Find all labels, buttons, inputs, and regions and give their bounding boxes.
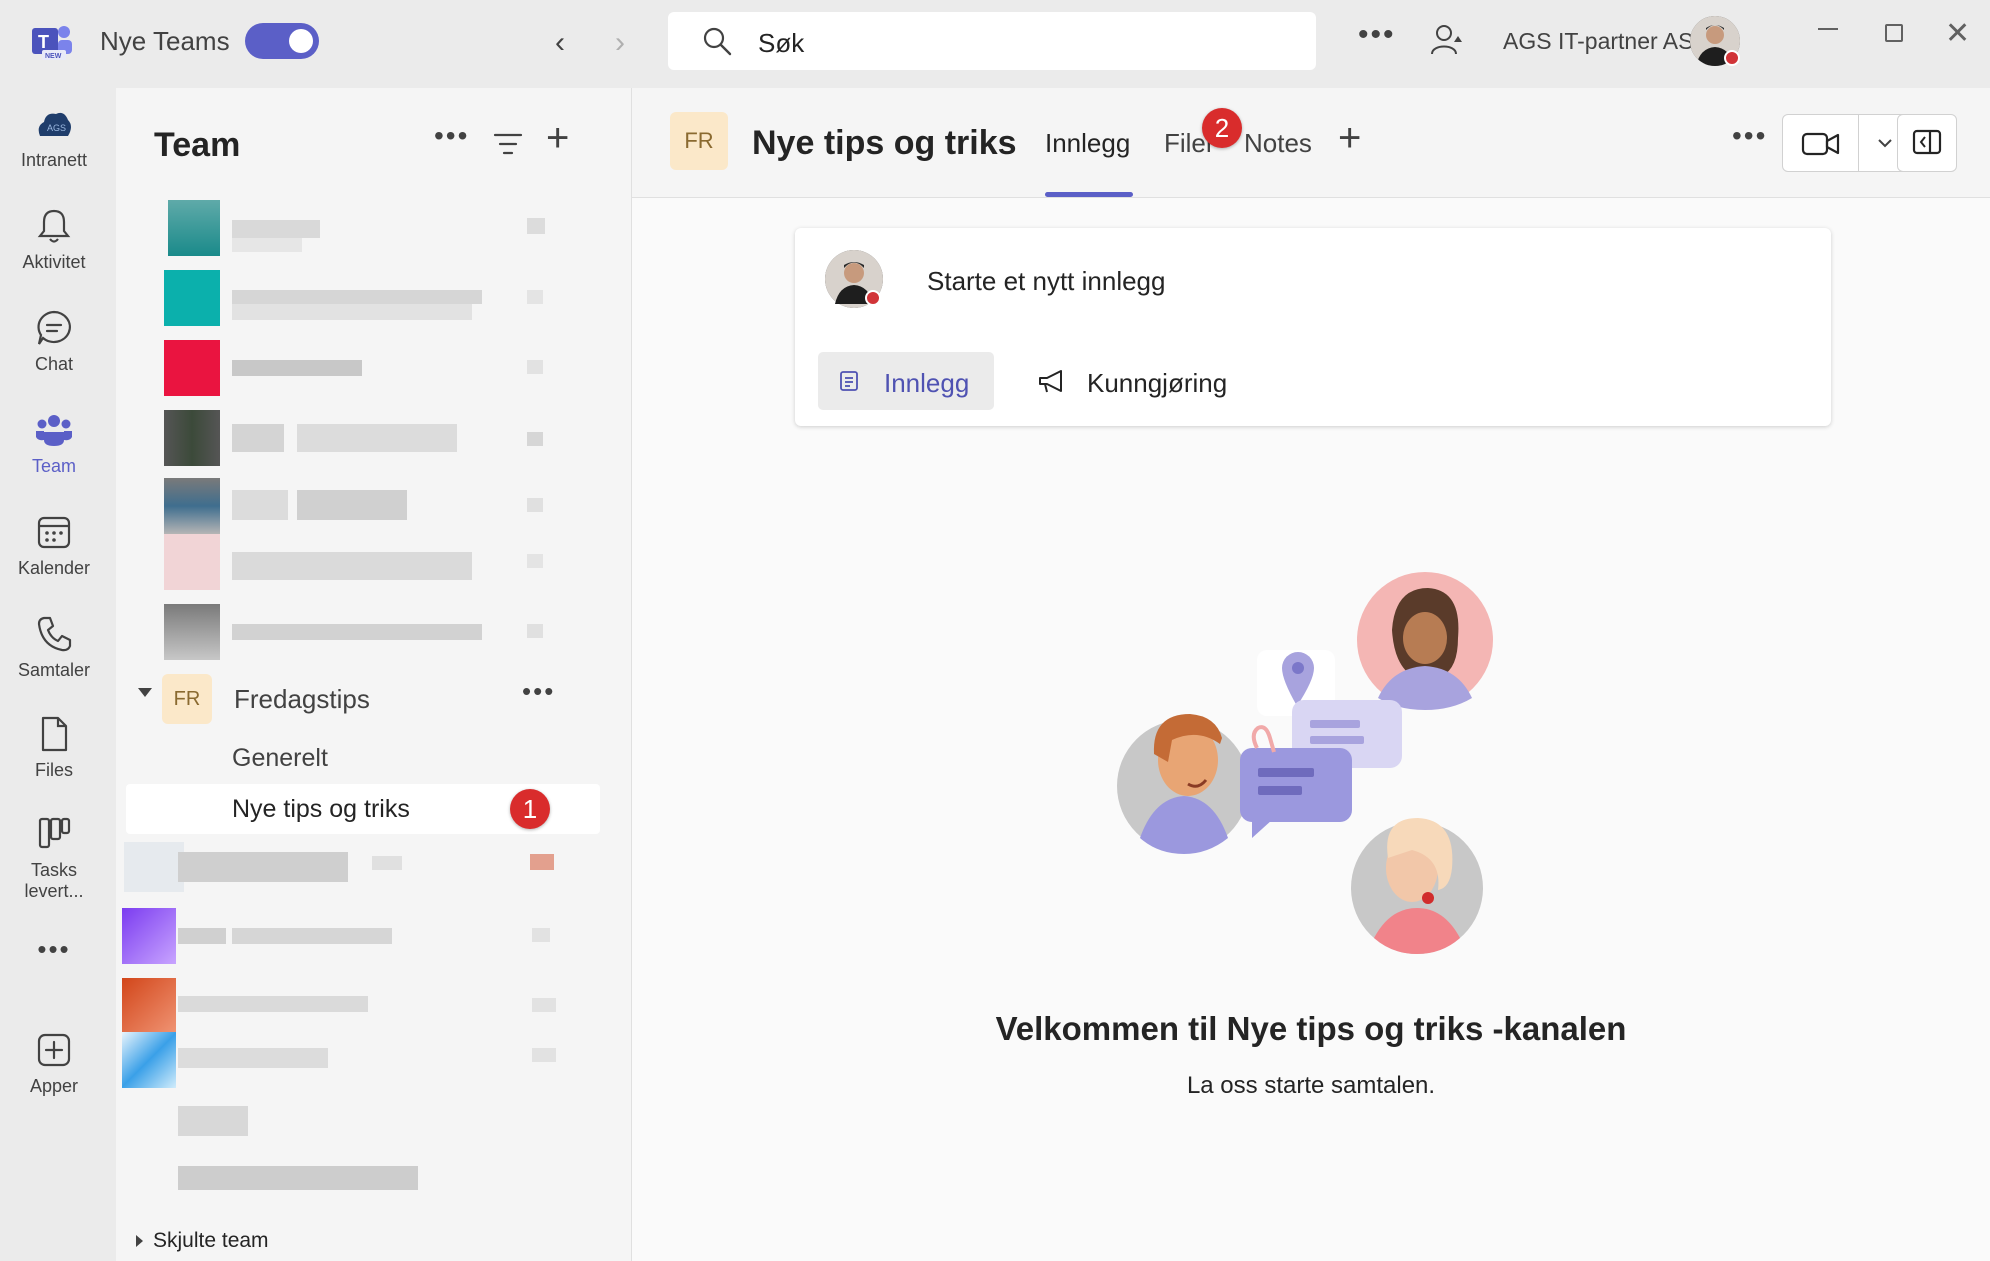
forward-arrow-icon[interactable]: ›: [615, 26, 625, 60]
teams-logo-icon: T NEW: [32, 26, 72, 60]
presence-busy-icon: [865, 290, 881, 306]
add-tab-icon[interactable]: +: [1338, 116, 1361, 161]
welcome-title: Velkommen til Nye tips og triks -kanalen: [995, 1010, 1627, 1047]
step-badge-1: 1: [510, 789, 550, 829]
channel-title: Nye tips og triks: [752, 124, 1017, 162]
person-status-icon[interactable]: [1428, 22, 1464, 58]
search-icon: [703, 27, 732, 56]
svg-text:T: T: [38, 32, 49, 52]
rail-label: Files: [34, 760, 73, 780]
search-input[interactable]: Søk: [758, 28, 804, 59]
svg-text:NEW: NEW: [45, 53, 62, 60]
teams-icon: [36, 415, 72, 446]
rail-item-intranett[interactable]: AGS Intranett: [0, 104, 108, 171]
rail-label: Kalender: [17, 558, 91, 578]
title-bar: T NEW Nye Teams ‹ › Søk ••• AGS IT-partn…: [0, 0, 1990, 88]
file-icon: [41, 716, 68, 752]
button-divider: [1858, 115, 1859, 171]
teams-panel: Team ••• + FR Fredagstips ••• Generelt N…: [116, 88, 632, 1261]
megaphone-icon: [1039, 370, 1062, 393]
bell-icon: [37, 209, 71, 243]
minimize-icon[interactable]: [1818, 28, 1838, 30]
post-icon: [840, 371, 858, 391]
announcement-button[interactable]: Kunngjøring: [1027, 352, 1247, 410]
rail-item-chat[interactable]: Chat: [0, 308, 108, 375]
chevron-down-icon[interactable]: [138, 688, 152, 697]
post-button[interactable]: Innlegg: [818, 352, 994, 410]
new-post-composer[interactable]: Starte et nytt innlegg Innlegg Kunngjøri…: [795, 228, 1831, 426]
presence-busy-icon: [1724, 50, 1740, 66]
panel-title: Team: [154, 126, 241, 164]
rail-item-team[interactable]: Team: [0, 410, 108, 477]
search-box[interactable]: Søk: [668, 12, 1316, 70]
meet-button[interactable]: [1782, 114, 1914, 172]
rail-more-icon[interactable]: •••: [0, 934, 108, 965]
filter-icon[interactable]: [493, 132, 523, 156]
video-camera-icon: [1801, 132, 1840, 156]
chevron-down-icon[interactable]: [1875, 133, 1895, 153]
team-fredagstips[interactable]: FR Fredagstips •••: [122, 670, 612, 728]
welcome-subtitle: La oss starte samtalen.: [1186, 1072, 1436, 1099]
panel-more-icon[interactable]: •••: [434, 120, 469, 152]
new-post-prompt[interactable]: Starte et nytt innlegg: [927, 266, 1165, 297]
svg-text:AGS: AGS: [47, 123, 66, 133]
calendar-icon: [37, 516, 71, 549]
phone-icon: [37, 616, 72, 652]
channel-main: FR Nye tips og triks Innlegg Filer Notes…: [632, 88, 1990, 1261]
add-app-icon: [37, 1033, 71, 1067]
welcome-illustration: [1117, 572, 1493, 954]
new-teams-toggle[interactable]: [245, 23, 319, 59]
team-name: Fredagstips: [234, 684, 370, 714]
rail-label: Tasks levert...: [24, 860, 84, 901]
rail-item-tasks[interactable]: Tasks levert...: [0, 814, 108, 902]
ags-logo-icon: AGS: [38, 112, 71, 136]
maximize-icon[interactable]: [1885, 24, 1903, 42]
add-team-icon[interactable]: +: [546, 116, 569, 161]
close-icon[interactable]: ✕: [1945, 16, 1970, 51]
channel-label: Nye tips og triks: [232, 795, 410, 823]
more-options-icon[interactable]: •••: [1358, 18, 1396, 52]
org-name[interactable]: AGS IT-partner AS: [1503, 28, 1693, 55]
team-avatar: FR: [162, 674, 212, 724]
rail-label: Team: [31, 456, 76, 476]
rail-label: Apper: [29, 1076, 79, 1096]
rail-label: Aktivitet: [22, 252, 86, 272]
open-side-panel-button[interactable]: [1897, 114, 1957, 172]
announcement-button-label: Kunngjøring: [1087, 368, 1228, 398]
hidden-teams-label: Skjulte team: [153, 1229, 269, 1252]
rail-item-kalender[interactable]: Kalender: [0, 512, 108, 579]
toggle-knob: [289, 29, 313, 53]
channel-generelt[interactable]: Generelt: [232, 744, 328, 773]
team-more-icon[interactable]: •••: [522, 676, 555, 707]
rail-item-apper[interactable]: Apper: [0, 1030, 108, 1097]
channel-header: FR Nye tips og triks Innlegg Filer Notes…: [632, 88, 1990, 198]
app-rail: AGS Intranett Aktivitet Chat Team Kalend…: [0, 88, 116, 1261]
back-arrow-icon[interactable]: ‹: [555, 26, 565, 60]
post-button-label: Innlegg: [884, 368, 970, 398]
rail-item-samtaler[interactable]: Samtaler: [0, 614, 108, 681]
app-title: Nye Teams: [100, 26, 230, 56]
header-more-icon[interactable]: •••: [1732, 120, 1767, 152]
side-panel-icon: [1912, 129, 1942, 155]
chat-icon: [37, 310, 71, 345]
rail-label: Samtaler: [17, 660, 91, 680]
chevron-right-icon: [136, 1235, 143, 1248]
rail-item-aktivitet[interactable]: Aktivitet: [0, 206, 108, 273]
step-badge-2: 2: [1202, 108, 1242, 148]
tab-innlegg[interactable]: Innlegg: [1045, 128, 1130, 159]
rail-label: Chat: [34, 354, 74, 374]
channel-avatar: FR: [670, 112, 728, 170]
tab-notes[interactable]: Notes: [1244, 128, 1312, 159]
rail-item-files[interactable]: Files: [0, 714, 108, 781]
rail-label: Intranett: [20, 150, 88, 170]
tasks-icon: [38, 817, 71, 849]
active-tab-indicator: [1045, 192, 1133, 197]
hidden-teams-toggle[interactable]: Skjulte team: [136, 1229, 269, 1253]
